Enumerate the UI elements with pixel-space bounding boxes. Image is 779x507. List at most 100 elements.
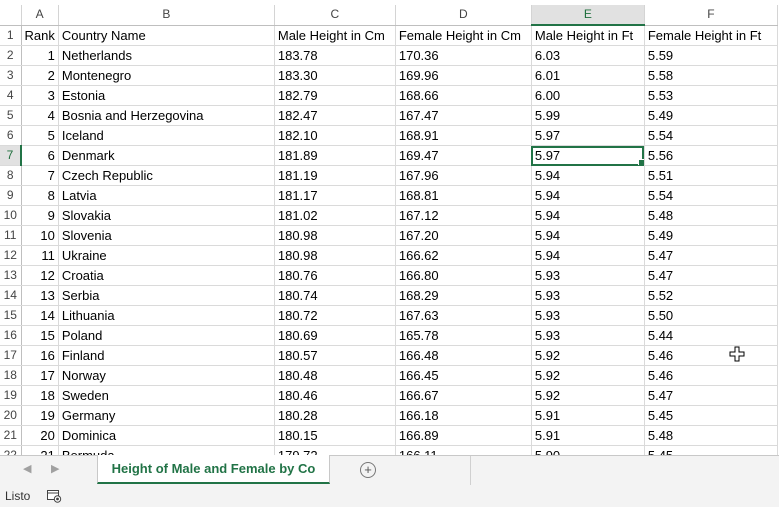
table-cell[interactable]: Germany [58,405,275,426]
table-cell[interactable]: 5.94 [531,165,645,186]
table-cell[interactable]: 166.62 [395,245,532,266]
table-cell[interactable]: 180.28 [274,405,396,426]
table-cell[interactable]: 183.78 [274,45,396,66]
table-cell[interactable]: 17 [21,365,59,386]
header-cell[interactable]: Country Name [58,25,275,46]
table-cell[interactable]: 6.00 [531,85,645,106]
table-cell[interactable]: 5.92 [531,345,645,366]
row-header[interactable]: 21 [0,425,22,446]
table-cell[interactable]: 182.79 [274,85,396,106]
table-cell[interactable]: 10 [21,225,59,246]
table-cell[interactable]: 9 [21,205,59,226]
table-cell[interactable]: 1 [21,45,59,66]
table-cell[interactable]: 5.47 [644,385,778,406]
table-cell[interactable]: 11 [21,245,59,266]
table-cell[interactable]: 5.48 [644,205,778,226]
table-cell[interactable]: Iceland [58,125,275,146]
row-header[interactable]: 15 [0,305,22,326]
row-header[interactable]: 2 [0,45,22,66]
table-cell[interactable]: 180.72 [274,305,396,326]
table-cell[interactable]: 5.93 [531,305,645,326]
table-cell[interactable]: 5.46 [644,345,778,366]
column-header-c[interactable]: C [274,5,396,26]
spreadsheet-table[interactable]: ABCDEF 1 Rank Country Name Male Height in C… [0,5,778,455]
worksheet-grid[interactable]: ABCDEF 1 Rank Country Name Male Height in C… [0,5,779,455]
table-cell[interactable]: Bosnia and Herzegovina [58,105,275,126]
table-cell[interactable]: Dominica [58,425,275,446]
table-cell[interactable]: 5.99 [531,105,645,126]
row-header[interactable]: 17 [0,345,22,366]
row-header[interactable]: 5 [0,105,22,126]
header-cell[interactable]: Rank [21,25,59,46]
table-cell[interactable]: 168.81 [395,185,532,206]
select-all-corner[interactable] [0,5,22,26]
table-cell[interactable]: 5 [21,125,59,146]
table-cell[interactable]: 5.90 [531,445,645,455]
table-cell[interactable]: 166.89 [395,425,532,446]
table-cell[interactable]: 168.29 [395,285,532,306]
table-cell[interactable]: 180.98 [274,245,396,266]
table-cell[interactable]: 5.44 [644,325,778,346]
table-cell[interactable]: 5.56 [644,145,778,166]
table-cell[interactable]: 5.49 [644,105,778,126]
table-cell[interactable]: Norway [58,365,275,386]
column-header-f[interactable]: F [644,5,778,26]
table-cell[interactable]: Sweden [58,385,275,406]
table-cell[interactable]: Estonia [58,85,275,106]
tab-scroll-right-icon[interactable]: ▶ [51,462,59,475]
table-cell[interactable]: 166.80 [395,265,532,286]
table-cell[interactable]: 5.45 [644,405,778,426]
active-cell[interactable]: 5.97 [531,145,645,166]
table-cell[interactable]: 182.10 [274,125,396,146]
row-header[interactable]: 11 [0,225,22,246]
table-cell[interactable]: 5.50 [644,305,778,326]
column-header-b[interactable]: B [58,5,275,26]
table-cell[interactable]: 180.46 [274,385,396,406]
table-cell[interactable]: 180.48 [274,365,396,386]
row-header[interactable]: 16 [0,325,22,346]
table-cell[interactable]: 169.47 [395,145,532,166]
table-cell[interactable]: Croatia [58,265,275,286]
row-header[interactable]: 18 [0,365,22,386]
table-cell[interactable]: 5.47 [644,245,778,266]
table-cell[interactable]: 168.91 [395,125,532,146]
table-cell[interactable]: 167.47 [395,105,532,126]
table-cell[interactable]: 182.47 [274,105,396,126]
table-cell[interactable]: 5.91 [531,425,645,446]
table-cell[interactable]: 180.74 [274,285,396,306]
table-cell[interactable]: 6.01 [531,65,645,86]
add-sheet-icon[interactable]: + [360,462,376,478]
table-cell[interactable]: 180.57 [274,345,396,366]
row-header[interactable]: 10 [0,205,22,226]
header-cell[interactable]: Male Height in Cm [274,25,396,46]
table-cell[interactable]: 166.18 [395,405,532,426]
table-cell[interactable]: 181.89 [274,145,396,166]
table-cell[interactable]: 5.51 [644,165,778,186]
row-header[interactable]: 1 [0,25,22,46]
table-cell[interactable]: 5.45 [644,445,778,455]
table-cell[interactable]: 170.36 [395,45,532,66]
table-cell[interactable]: 3 [21,85,59,106]
table-cell[interactable]: 5.49 [644,225,778,246]
row-header[interactable]: 4 [0,85,22,106]
table-cell[interactable]: 19 [21,405,59,426]
table-cell[interactable]: 5.93 [531,285,645,306]
table-cell[interactable]: 181.17 [274,185,396,206]
table-cell[interactable]: 12 [21,265,59,286]
table-cell[interactable]: 180.98 [274,225,396,246]
table-cell[interactable]: 15 [21,325,59,346]
table-cell[interactable]: 20 [21,425,59,446]
table-cell[interactable]: 166.45 [395,365,532,386]
table-cell[interactable]: 6 [21,145,59,166]
table-cell[interactable]: Slovakia [58,205,275,226]
row-header[interactable]: 9 [0,185,22,206]
table-cell[interactable]: 5.94 [531,245,645,266]
table-cell[interactable]: 166.67 [395,385,532,406]
table-cell[interactable]: 18 [21,385,59,406]
row-header[interactable]: 12 [0,245,22,266]
table-cell[interactable]: Denmark [58,145,275,166]
table-cell[interactable]: 167.63 [395,305,532,326]
table-cell[interactable]: 5.48 [644,425,778,446]
table-cell[interactable]: Serbia [58,285,275,306]
table-cell[interactable]: 5.46 [644,365,778,386]
